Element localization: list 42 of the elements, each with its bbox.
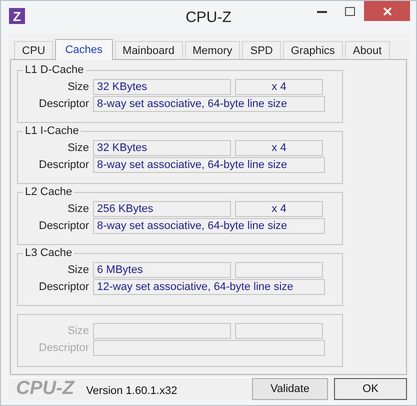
size-field: 256 KBytes xyxy=(93,201,231,217)
tab[interactable]: Graphics xyxy=(282,41,343,59)
descriptor-field: 12-way set associative, 64-byte line size xyxy=(93,279,325,295)
size-field: 6 MBytes xyxy=(93,262,231,278)
tab[interactable]: About xyxy=(344,41,390,59)
field-label: Descriptor xyxy=(38,342,89,354)
group-title: L2 Cache xyxy=(23,186,74,198)
field-label: Size xyxy=(66,264,89,276)
app-logo: CPU-Z xyxy=(16,378,74,400)
size-field: 32 KBytes xyxy=(93,79,231,95)
window-title: CPU-Z xyxy=(186,9,232,26)
minimize-icon xyxy=(317,10,327,12)
count-field: x 4 xyxy=(235,140,323,156)
count-field: x 4 xyxy=(235,201,323,217)
field-label: Descriptor xyxy=(38,159,89,171)
field-label: Size xyxy=(66,81,89,93)
field-label: Descriptor xyxy=(38,98,89,110)
close-icon xyxy=(382,6,392,16)
field-label: Descriptor xyxy=(38,220,89,232)
descriptor-field: 8-way set associative, 64-byte line size xyxy=(93,157,325,173)
version-text: Version 1.60.1.x32 xyxy=(86,385,178,397)
group-title: L1 I-Cache xyxy=(23,125,81,137)
ok-button[interactable]: OK xyxy=(334,378,407,400)
size-field: 32 KBytes xyxy=(93,140,231,156)
close-button[interactable] xyxy=(364,1,410,21)
field-label: Descriptor xyxy=(38,281,89,293)
count-field: x 4 xyxy=(235,79,323,95)
maximize-icon xyxy=(345,6,355,16)
tab[interactable]: Caches xyxy=(55,39,113,60)
field-label: Size xyxy=(66,142,89,154)
tab[interactable]: Memory xyxy=(184,41,240,59)
tab[interactable]: SPD xyxy=(242,41,281,59)
descriptor-field: 8-way set associative, 64-byte line size xyxy=(93,96,325,112)
descriptor-field: 8-way set associative, 64-byte line size xyxy=(93,218,325,234)
tab[interactable]: Mainboard xyxy=(114,41,183,59)
validate-button[interactable]: Validate xyxy=(252,378,328,400)
app-icon: Z xyxy=(9,8,25,24)
field-label: Size xyxy=(66,203,89,215)
group-title: L3 Cache xyxy=(23,247,74,259)
tab[interactable]: CPU xyxy=(14,41,54,59)
group-title: L1 D-Cache xyxy=(23,64,86,76)
field-label: Size xyxy=(66,325,89,337)
